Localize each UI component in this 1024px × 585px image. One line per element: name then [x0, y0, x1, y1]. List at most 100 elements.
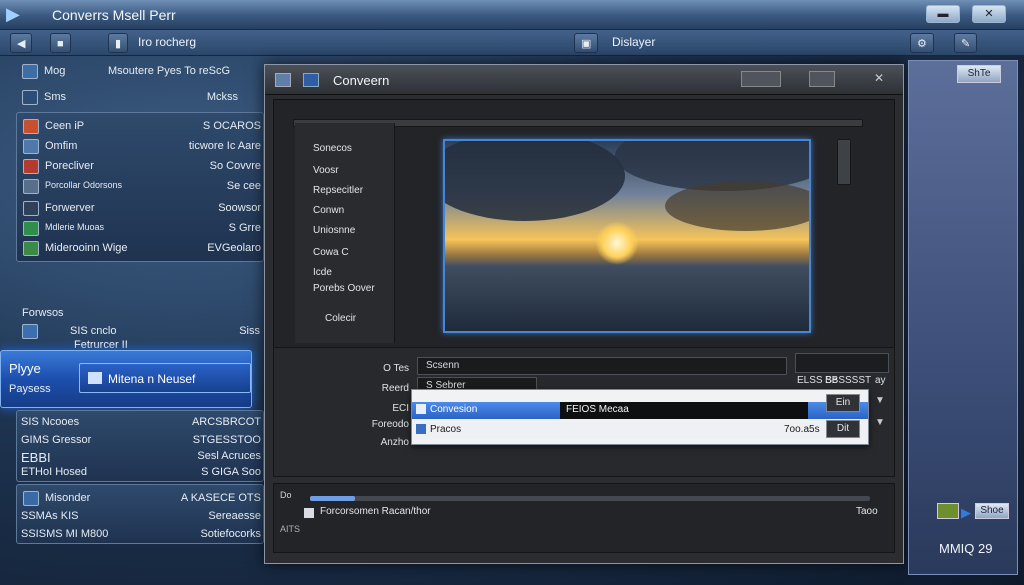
window-title: Converrs Msell Perr	[52, 7, 176, 23]
list-item[interactable]: Miderooinn Wige EVGeolaro	[9, 239, 265, 259]
image-icon	[937, 503, 959, 519]
list-item[interactable]: Forwerver Soowsor	[9, 199, 265, 219]
list-item[interactable]: Cowa C	[313, 247, 349, 258]
field-input[interactable]: Scsenn	[417, 357, 787, 375]
settings-icon[interactable]: ⚙	[910, 33, 934, 53]
play-icon[interactable]: ▶	[961, 505, 971, 521]
list-item[interactable]: Conwn	[313, 205, 344, 216]
right-bottom-text: MMIQ 29	[939, 541, 993, 556]
dropdown-option-selected[interactable]: Convesion FEIOS Mecaa	[412, 402, 868, 419]
list-item[interactable]: SSMAs KIS Sereaesse	[9, 507, 265, 527]
list-item-label: Omfim	[45, 140, 78, 152]
dialog-close-icon[interactable]: ✕	[869, 71, 889, 87]
list-item[interactable]: Omfim ticwore Ic Aare	[9, 137, 265, 157]
options-button[interactable]	[795, 353, 889, 373]
open-button[interactable]: ▮	[108, 33, 129, 53]
list-item-value: Sereaesse	[208, 510, 261, 522]
back-button[interactable]: ◀	[10, 33, 33, 53]
file-icon	[23, 159, 39, 174]
list-item[interactable]: SSISMS MI M800 Sotiefocorks	[9, 525, 265, 545]
list-item[interactable]: Icde	[313, 267, 332, 278]
list-item[interactable]: Colecir	[325, 313, 356, 324]
list-item[interactable]: Sonecos	[313, 143, 352, 154]
sidebar-subheader: Sms Mckss	[8, 88, 264, 108]
list-item[interactable]: Porecliver So Covvre	[9, 157, 265, 177]
list-item-label: Porcollar Odorsons	[45, 180, 123, 190]
form-label: O Tes	[383, 363, 409, 374]
chevron-down-icon[interactable]: ▼	[875, 395, 885, 406]
list-item[interactable]: Porebs Oover	[313, 283, 375, 294]
list-item[interactable]: Ceen iP S OCAROS	[9, 117, 265, 137]
maximize-button[interactable]	[809, 71, 835, 87]
list-item[interactable]: ETHoI Hosed S GIGA Soo	[9, 463, 265, 483]
video-preview[interactable]	[443, 139, 811, 333]
section-label-text: Forwsos	[22, 307, 64, 319]
list-item-label: ETHoI Hosed	[21, 466, 88, 478]
dropdown-option-extra: 7oo.a5s	[784, 424, 820, 435]
list-item[interactable]: Mdlerie Muoas S Grre	[9, 219, 265, 239]
list-item-label: Porecliver	[45, 160, 94, 172]
media-icon	[22, 64, 38, 79]
list-item-value: S OCAROS	[202, 120, 261, 132]
sidebar-group-outputs: Misonder A KASECE OTS SSMAs KIS Sereaess…	[16, 484, 264, 544]
list-item-value: Se cee	[226, 180, 261, 192]
pen-tool-button[interactable]: ✎	[954, 33, 978, 53]
dropdown-option-label: Pracos	[430, 424, 462, 435]
view-toggle-button[interactable]	[741, 71, 781, 87]
list-item-label: SSISMS MI M800	[21, 528, 109, 540]
toolbar-center-label: Iro rocherg	[138, 35, 197, 49]
format-icon	[416, 424, 426, 434]
detail-button[interactable]: Dit	[826, 420, 860, 438]
footer-right-label: Taoo	[856, 506, 878, 517]
player-label-top: Plyye	[9, 361, 41, 376]
form-right-suffix: ay	[875, 375, 886, 386]
format-dropdown[interactable]: Convesion FEIOS Mecaa Pracos 7oo.a5s Ein…	[411, 389, 869, 445]
source-list: Sonecos Voosr Repsecitler Conwn Uniosnne…	[295, 123, 395, 343]
preview-scrollbar[interactable]	[837, 139, 851, 185]
format-icon	[416, 404, 426, 414]
file-icon	[23, 491, 39, 506]
player-button[interactable]: Mitena n Neusef	[79, 363, 251, 393]
edit-button[interactable]: Ein	[826, 394, 860, 412]
right-bottom-button[interactable]: Shoe	[975, 503, 1009, 519]
dialog-title: Conveern	[333, 73, 390, 88]
right-panel: ShTe ▶ Shoe MMIQ 29	[908, 60, 1018, 575]
dropdown-option[interactable]: Pracos 7oo.a5s	[412, 422, 868, 439]
sidebar: Mog Msoutere Pyes To reScG Sms Mckss Cee…	[0, 60, 264, 575]
dialog-app-icon	[275, 73, 291, 87]
toolbar-right-label: Dislayer	[612, 35, 656, 49]
file-icon	[23, 221, 39, 236]
form-right-value: BBSSSST	[825, 375, 872, 386]
right-top-button[interactable]: ShTe	[957, 65, 1001, 83]
list-item[interactable]: SIS Ncooes ARCSBRCOT	[9, 413, 265, 433]
sidebar-subheader-right: Mckss	[206, 91, 238, 103]
app-logo-icon: ▶	[6, 4, 20, 24]
progress-slider[interactable]	[310, 496, 870, 501]
list-item-label: SSMAs KIS	[21, 510, 79, 522]
list-item[interactable]: Repsecitler	[313, 185, 363, 196]
list-item-label: Ceen iP	[45, 120, 85, 132]
sidebar-group-files: Ceen iP S OCAROS Omfim ticwore Ic Aare P…	[16, 112, 264, 262]
close-button[interactable]: ✕	[972, 5, 1006, 23]
list-item-value: So Covvre	[209, 160, 261, 172]
list-item[interactable]: Uniosnne	[313, 225, 355, 236]
list-item-value: Soowsor	[218, 202, 261, 214]
convert-dialog: Conveern ✕ Sonecos Voosr Repsecitler Con…	[264, 64, 904, 564]
sidebar-subheader-left: Sms	[44, 91, 66, 103]
list-item-value: ARCSBRCOT	[191, 416, 261, 428]
sidebar-group-streams: SIS Ncooes ARCSBRCOT GIMS Gressor STGESS…	[16, 410, 264, 482]
list-item-value: Sotiefocorks	[200, 528, 261, 540]
section-label: Forwsos	[8, 304, 264, 324]
dialog-footer: Do Forcorsomen Racan/thor Taoo AITS	[273, 483, 895, 553]
toolbar: ◀ ■ ▮ Iro rocherg ▣ Dislayer ⚙ ✎	[0, 30, 1024, 56]
player-bar[interactable]: Plyye Paysess Mitena n Neusef	[0, 350, 252, 408]
chevron-down-icon[interactable]: ▼	[875, 417, 885, 428]
list-item[interactable]: Misonder A KASECE OTS	[9, 489, 265, 509]
footer-corner-label: AITS	[280, 524, 301, 534]
display-icon[interactable]: ▣	[574, 33, 599, 53]
folder-icon[interactable]: ■	[50, 33, 71, 53]
minimize-button[interactable]: ▬	[926, 5, 960, 23]
list-icon	[22, 90, 38, 105]
list-item[interactable]: Porcollar Odorsons Se cee	[9, 177, 265, 197]
list-item[interactable]: Voosr	[313, 165, 339, 176]
